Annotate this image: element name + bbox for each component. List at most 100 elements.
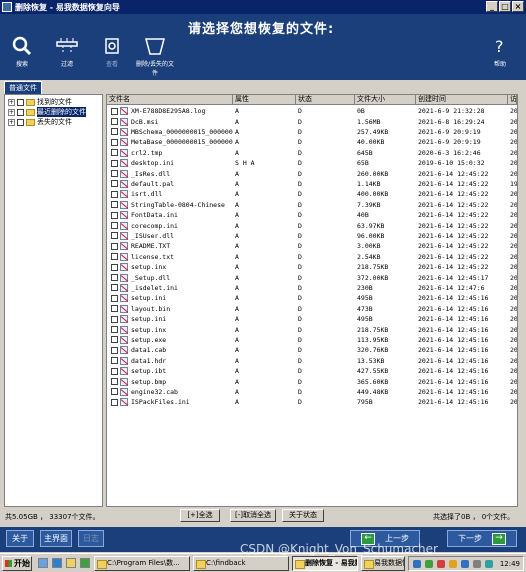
table-row[interactable]: _Setup.dll A D 372.00KB 2021-6-14 12:45:17 20 — [107, 272, 517, 282]
table-row[interactable]: data1.hdr A D 13.53KB 2021-6-14 12:45:16 20 — [107, 356, 517, 366]
tray-input-icon[interactable] — [473, 560, 481, 568]
table-row[interactable]: ISPackFiles.ini A D 795B 2021-6-14 12:45:16 2… — [107, 397, 517, 407]
next-button[interactable]: 下一步 → — [447, 530, 517, 547]
close-button[interactable]: × — [512, 1, 524, 12]
tray-sync-icon[interactable] — [485, 560, 493, 568]
table-row[interactable]: setup.ini A D 495B 2021-6-14 12:45:16 20 — [107, 314, 517, 324]
row-checkbox[interactable] — [111, 118, 118, 126]
row-checkbox[interactable] — [111, 263, 118, 271]
expand-icon[interactable]: + — [8, 98, 15, 106]
column-header-accessed[interactable]: 访 — [508, 95, 517, 105]
table-row[interactable]: README.TXT A D 3.00KB 2021-6-14 12:45:22 20 — [107, 241, 517, 251]
table-row[interactable]: setup.ini A D 495B 2021-6-14 12:45:16 20 — [107, 293, 517, 303]
folder-tree[interactable]: + 找到的文件 + 最近删除的文件 + 丢失的文件 — [4, 94, 103, 507]
table-row[interactable]: engine32.cab A D 449.48KB 2021-6-14 12:45:16… — [107, 387, 517, 397]
row-checkbox[interactable] — [111, 232, 118, 240]
table-row[interactable]: setup.exe A D 113.95KB 2021-6-14 12:45:16 20 — [107, 335, 517, 345]
quicklaunch-ie-icon[interactable] — [52, 558, 62, 568]
maximize-button[interactable]: □ — [499, 1, 511, 12]
filter-tool-button[interactable]: 过滤 — [47, 36, 87, 68]
table-row[interactable]: setup.ibt A D 427.55KB 2021-6-14 12:45:16 20 — [107, 366, 517, 376]
taskbar-item-program-files[interactable]: C:\Program Files\数... — [94, 556, 190, 571]
column-header-size[interactable]: 文件大小 — [355, 95, 416, 105]
row-checkbox[interactable] — [111, 128, 118, 136]
row-checkbox[interactable] — [111, 201, 118, 209]
column-header-attributes[interactable]: 属性 — [233, 95, 296, 105]
vertical-scrollbar[interactable] — [518, 94, 523, 507]
search-tool-button[interactable]: 搜索 — [2, 36, 42, 68]
table-row[interactable]: _IsRes.dll A D 260.00KB 2021-6-14 12:45:22 20 — [107, 168, 517, 178]
row-checkbox[interactable] — [111, 159, 118, 167]
row-checkbox[interactable] — [111, 284, 118, 292]
row-checkbox[interactable] — [111, 294, 118, 302]
taskbar-item-recovery[interactable]: 删除恢复 - 易我数... — [292, 556, 358, 571]
table-row[interactable]: FontData.ini A D 40B 2021-6-14 12:45:22 20 — [107, 210, 517, 220]
table-row[interactable]: layout.bin A D 473B 2021-6-14 12:45:16 20 — [107, 304, 517, 314]
column-header-status[interactable]: 状态 — [296, 95, 355, 105]
tree-checkbox[interactable] — [17, 98, 24, 106]
row-checkbox[interactable] — [111, 326, 118, 334]
tree-item-lost-files[interactable]: + 丢失的文件 — [8, 117, 72, 127]
file-list[interactable]: 文件名 属性 状态 文件大小 创建时间 访 XM-E788D8E295A8.lo… — [106, 94, 518, 507]
table-row[interactable]: _isdelet.ini A D 230B 2021-6-14 12:47:6 20 — [107, 283, 517, 293]
row-checkbox[interactable] — [111, 170, 118, 178]
help-tool-button[interactable]: ? 帮助 — [480, 36, 520, 68]
row-checkbox[interactable] — [111, 107, 118, 115]
row-checkbox[interactable] — [111, 388, 118, 396]
log-button[interactable]: 日志 — [78, 530, 104, 547]
table-row[interactable]: corecomp.ini A D 63.97KB 2021-6-14 12:45:22 2… — [107, 220, 517, 230]
row-checkbox[interactable] — [111, 305, 118, 313]
row-checkbox[interactable] — [111, 180, 118, 188]
quicklaunch-desktop-icon[interactable] — [38, 558, 48, 568]
table-row[interactable]: MetaBase_0000000015_0000000 A D 40.00KB 2021… — [107, 137, 517, 147]
tray-network-icon[interactable] — [413, 560, 421, 568]
row-checkbox[interactable] — [111, 336, 118, 344]
tree-checkbox[interactable] — [17, 118, 24, 126]
table-row[interactable]: default.pal A D 1.14KB 2021-6-14 12:45:22 19 — [107, 179, 517, 189]
table-row[interactable]: setup.bmp A D 365.60KB 2021-6-14 12:45:16 20 — [107, 376, 517, 386]
view-tool-button[interactable]: 查看 — [92, 36, 132, 68]
tab-normal-files[interactable]: 普通文件 — [4, 81, 42, 94]
table-row[interactable]: isrt.dll A D 400.00KB 2021-6-14 12:45:22 20 — [107, 189, 517, 199]
tray-shield-icon[interactable] — [437, 560, 445, 568]
expand-icon[interactable]: + — [8, 118, 15, 126]
table-row[interactable]: setup.inx A D 218.75KB 2021-6-14 12:45:22 20 — [107, 262, 517, 272]
table-row[interactable]: XM-E788D8E295A8.log A D 0B 2021-6-9 21:32:28… — [107, 106, 517, 116]
tree-item-recently-deleted[interactable]: + 最近删除的文件 — [8, 107, 86, 117]
row-checkbox[interactable] — [111, 138, 118, 146]
expand-icon[interactable]: + — [8, 108, 15, 116]
select-all-button[interactable]: [+]全选 — [180, 509, 220, 522]
table-row[interactable]: data1.cab A D 320.76KB 2021-6-14 12:45:16 20 — [107, 345, 517, 355]
row-checkbox[interactable] — [111, 222, 118, 230]
tray-volume-icon[interactable] — [449, 560, 457, 568]
table-row[interactable]: _ISUser.dll A D 96.00KB 2021-6-14 12:45:22 20 — [107, 231, 517, 241]
taskbar-item-easeus[interactable]: 易我数据恢复... — [361, 556, 405, 571]
table-row[interactable]: desktop.ini S H A D 65B 2019-6-10 15:0:32 20 — [107, 158, 517, 168]
quicklaunch-folder-icon[interactable] — [66, 558, 76, 568]
table-row[interactable]: crl2.tmp A D 645B 2020-6-3 16:2:46 20 — [107, 148, 517, 158]
row-checkbox[interactable] — [111, 253, 118, 261]
column-header-name[interactable]: 文件名 — [107, 95, 233, 105]
start-button[interactable]: 开始 — [2, 556, 32, 571]
table-row[interactable]: StringTable-0804-Chinese A D 7.39KB 2021-6-1… — [107, 200, 517, 210]
minimize-button[interactable]: _ — [486, 1, 498, 12]
column-header-created[interactable]: 创建时间 — [416, 95, 508, 105]
row-checkbox[interactable] — [111, 367, 118, 375]
about-button[interactable]: 关于 — [6, 530, 34, 547]
row-checkbox[interactable] — [111, 149, 118, 157]
row-checkbox[interactable] — [111, 398, 118, 406]
row-checkbox[interactable] — [111, 211, 118, 219]
deselect-all-button[interactable]: [-]取消全选 — [230, 509, 276, 522]
row-checkbox[interactable] — [111, 378, 118, 386]
row-checkbox[interactable] — [111, 274, 118, 282]
tray-app-icon[interactable] — [425, 560, 433, 568]
row-checkbox[interactable] — [111, 357, 118, 365]
row-checkbox[interactable] — [111, 315, 118, 323]
table-row[interactable]: license.txt A D 2.54KB 2021-6-14 12:45:22 20 — [107, 252, 517, 262]
table-row[interactable]: setup.inx A D 218.75KB 2021-6-14 12:45:16 20 — [107, 324, 517, 334]
delete-format-tool-button[interactable]: 删除/丢失的文件 — [133, 36, 177, 77]
taskbar-item-findback[interactable]: C:\findback — [193, 556, 289, 571]
tray-monitor-icon[interactable] — [461, 560, 469, 568]
row-checkbox[interactable] — [111, 190, 118, 198]
quicklaunch-app-icon[interactable] — [80, 558, 90, 568]
